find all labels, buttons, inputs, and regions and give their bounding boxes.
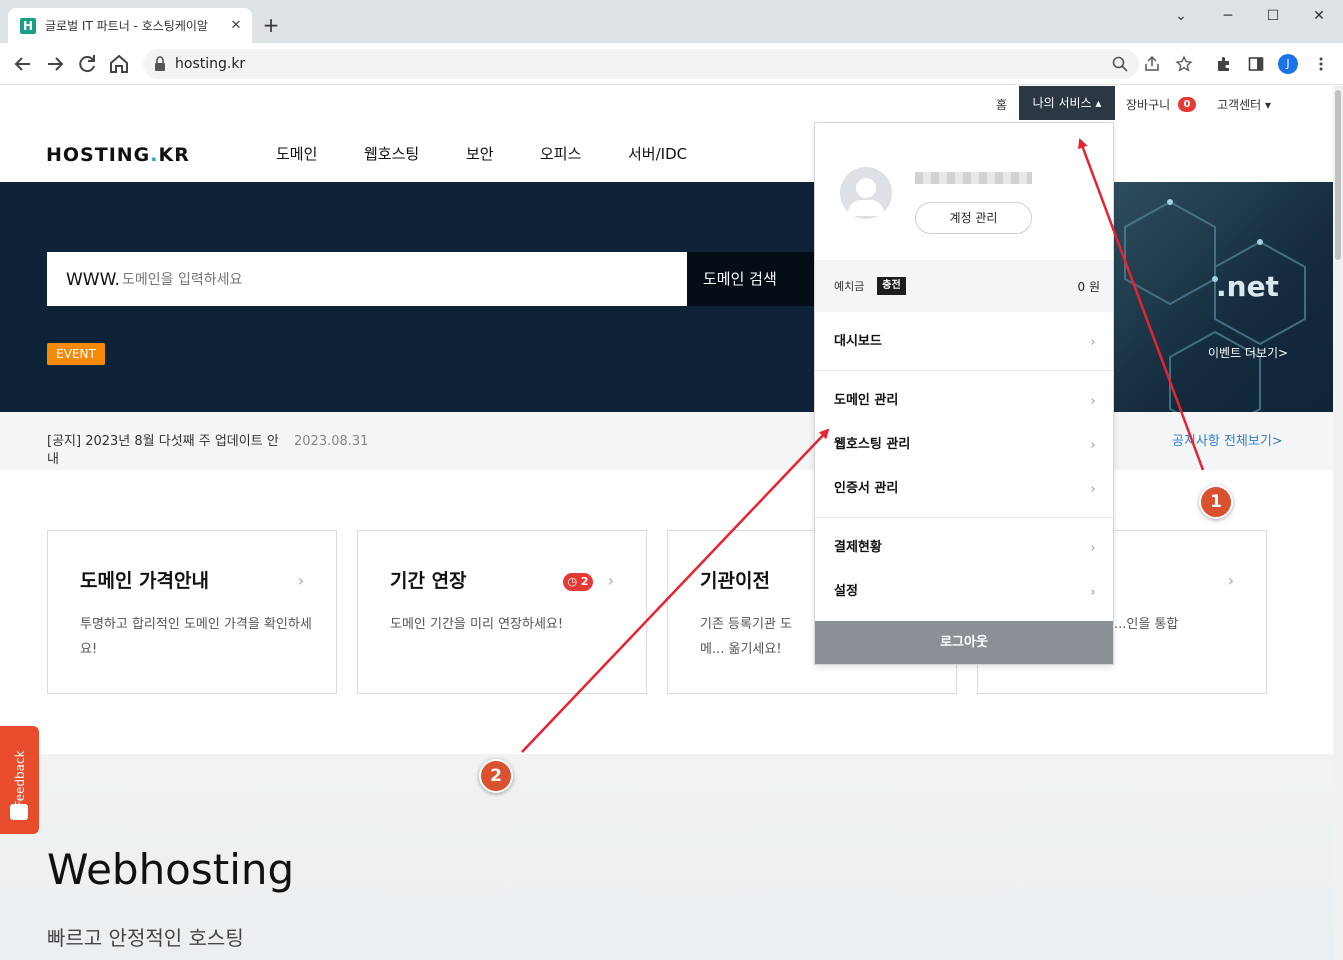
annotation-marker-2: 2 [479,759,513,793]
annotation-arrows [521,138,1205,753]
screen: H 글로벌 IT 파트너 - 호스팅케이알 ✕ + ⌄ ─ ☐ ✕ hostin… [0,0,1343,960]
arrow-to-domain-manage [521,428,830,753]
annotation-marker-1: 1 [1199,485,1233,519]
arrow-to-my-service [1078,138,1205,471]
